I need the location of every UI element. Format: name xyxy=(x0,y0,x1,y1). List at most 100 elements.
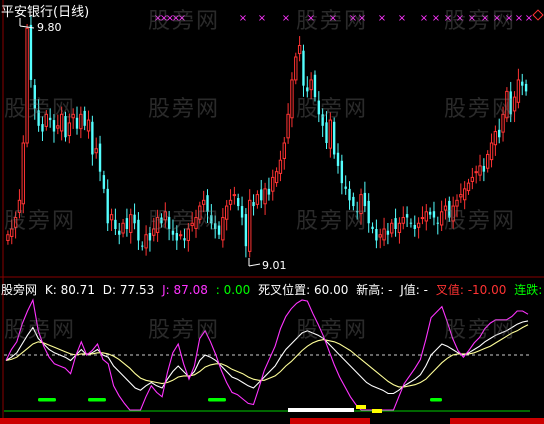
signal-cross-mark: × xyxy=(420,13,428,24)
signal-cross-mark: × xyxy=(378,13,386,24)
cross-value-readout: 叉值: -10.00 xyxy=(436,283,507,297)
candle-body xyxy=(94,148,98,154)
k-label: K: xyxy=(44,283,57,297)
kdj-line-d xyxy=(5,324,529,388)
candle-body xyxy=(371,226,374,229)
d-value: 77.53 xyxy=(119,283,155,297)
candle-body xyxy=(133,214,136,224)
candle-body xyxy=(260,189,263,201)
candle-body xyxy=(178,234,183,237)
candle-body xyxy=(13,217,18,228)
candle-body xyxy=(121,222,125,234)
j-readout: J: 87.08 xyxy=(162,283,208,297)
candle-body xyxy=(186,228,191,241)
candle-body xyxy=(237,198,240,207)
candle-body xyxy=(321,114,324,126)
candle-body xyxy=(336,152,340,166)
candle-body xyxy=(25,27,29,144)
candle-body xyxy=(137,219,140,241)
candle-body xyxy=(390,222,394,234)
candle-body xyxy=(190,222,194,227)
candle-body xyxy=(302,50,305,86)
candle-body xyxy=(67,122,72,137)
candle-body xyxy=(255,194,260,205)
candle-body xyxy=(498,129,501,138)
new-high-value: - xyxy=(388,283,393,297)
candle-body xyxy=(332,121,336,155)
indicator-name: 股旁网 xyxy=(1,283,38,297)
signal-cross-mark: × xyxy=(282,13,290,24)
consecutive-drop-readout: 连跌: - xyxy=(514,283,544,297)
signal-cross-mark: × xyxy=(178,13,186,24)
cross-value-label: 叉值: xyxy=(435,283,464,297)
candle-body xyxy=(125,218,129,229)
red-bottom-strip xyxy=(450,418,544,424)
candle-body xyxy=(141,245,144,247)
candle-body xyxy=(386,230,390,235)
signal-cross-mark: × xyxy=(481,13,489,24)
candle-body xyxy=(382,228,386,241)
candle-body xyxy=(486,153,490,169)
candle-body xyxy=(10,228,14,237)
candle-body xyxy=(509,91,512,115)
candle-body xyxy=(394,218,397,229)
signal-cross-mark: × xyxy=(239,13,247,24)
signal-cross-mark: × xyxy=(493,13,501,24)
j-value-value: - xyxy=(423,283,428,297)
candle-body xyxy=(109,214,114,221)
candle-body xyxy=(155,217,160,233)
candle-body xyxy=(359,194,363,215)
candle-body xyxy=(282,142,286,159)
candle-body xyxy=(252,202,255,207)
signal-cross-mark: × xyxy=(307,13,315,24)
candle-body xyxy=(41,124,44,132)
candle-body xyxy=(278,159,283,174)
candle-body xyxy=(397,222,402,233)
signal-cross-mark: × xyxy=(358,13,366,24)
candle-body xyxy=(348,188,351,201)
j-label: J: xyxy=(162,283,170,297)
candle-body xyxy=(248,199,252,252)
candle-body xyxy=(228,199,233,205)
candle-body xyxy=(516,79,521,103)
signal-cross-mark: × xyxy=(329,13,337,24)
chart-canvas: ××××× × × × × × × × × × × × × × × × × × × × xyxy=(0,0,544,424)
candle-body xyxy=(244,214,248,247)
zero-value: 0.00 xyxy=(223,283,251,297)
k-readout: K: 80.71 xyxy=(45,283,95,297)
candle-body xyxy=(470,176,475,182)
j-value-label: J值: xyxy=(400,283,420,297)
candle-body xyxy=(71,113,75,119)
candle-body xyxy=(325,122,328,143)
candle-body xyxy=(271,176,275,192)
j-value: 87.08 xyxy=(173,283,208,297)
candle-body xyxy=(240,206,244,218)
new-high-readout: 新高: - xyxy=(356,283,392,297)
yellow-signal-bar xyxy=(356,405,366,409)
death-cross-readout: 死叉位置: 60.00 xyxy=(258,283,348,297)
candle-body xyxy=(505,90,509,119)
candle-body xyxy=(59,113,64,132)
candle-body xyxy=(378,234,382,238)
candle-body xyxy=(413,224,416,229)
candle-body xyxy=(129,214,133,233)
candle-body xyxy=(443,205,448,211)
green-signal-bar xyxy=(430,398,442,402)
candle-body xyxy=(221,217,225,241)
candle-body xyxy=(44,113,48,127)
candle-body xyxy=(163,211,167,221)
green-signal-bar xyxy=(208,398,226,402)
signal-cross-mark: × xyxy=(444,13,452,24)
signal-cross-mark: × xyxy=(456,13,464,24)
candle-body xyxy=(152,228,156,236)
candle-body xyxy=(118,230,121,235)
candle-body xyxy=(37,110,40,126)
candle-body xyxy=(340,160,344,184)
candle-body xyxy=(420,217,425,220)
candle-body xyxy=(367,200,370,224)
candle-body xyxy=(201,199,206,205)
k-value: 80.71 xyxy=(60,283,95,297)
indicator-values-bar: 股旁网 K: 80.71 D: 77.53 J: 87.08 : 0.00 死叉… xyxy=(1,281,544,298)
zero-label: : xyxy=(215,283,220,297)
candle-body xyxy=(86,119,91,132)
